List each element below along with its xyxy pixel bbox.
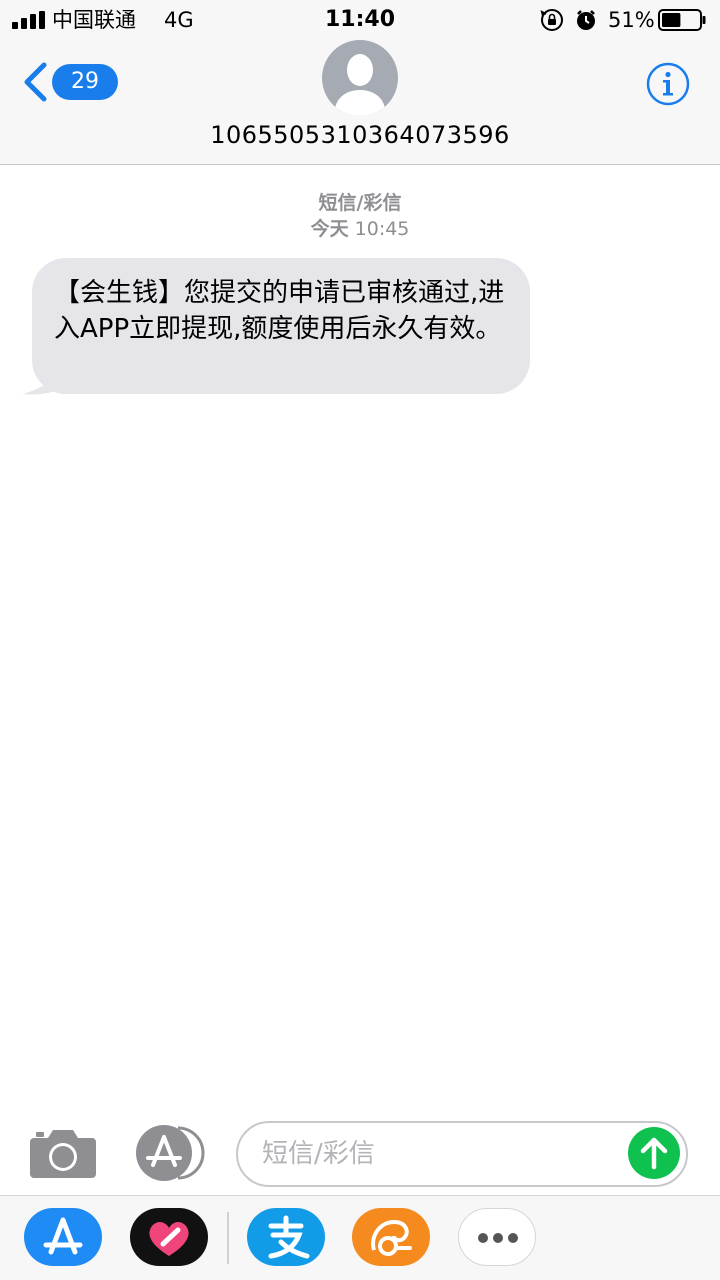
unread-count-badge: 29: [52, 64, 118, 100]
heart-app-icon[interactable]: [130, 1208, 208, 1266]
chevron-left-icon: [24, 62, 47, 102]
battery-icon: [658, 9, 706, 31]
message-input[interactable]: [236, 1121, 688, 1187]
info-icon[interactable]: [646, 62, 690, 106]
more-icon[interactable]: [458, 1208, 536, 1266]
conversation-header: 29 1065505310364073596: [0, 40, 720, 165]
rotation-lock-icon: [540, 9, 563, 31]
message-type-label: 短信/彩信: [318, 192, 402, 214]
contact-number[interactable]: 1065505310364073596: [0, 120, 720, 150]
timestamp-time: 10:45: [354, 218, 410, 240]
drawer-divider: [227, 1212, 229, 1264]
status-bar: 中国联通 4G 11:40 51%: [0, 0, 720, 40]
thread-meta: 短信/彩信 今天 10:45: [0, 190, 720, 242]
timestamp-day: 今天: [310, 218, 349, 240]
contact-avatar[interactable]: [322, 40, 398, 116]
incoming-message[interactable]: 【会生钱】您提交的申请已审核通过,进入APP立即提现,额度使用后永久有效。: [20, 258, 532, 398]
send-button[interactable]: [628, 1127, 680, 1179]
status-icons: [540, 9, 595, 31]
app-drawer: [0, 1196, 720, 1280]
battery-percent: 51%: [608, 8, 655, 32]
compose-bar: [0, 1112, 720, 1196]
camera-icon[interactable]: [30, 1128, 96, 1178]
person-silhouette-icon: [334, 54, 386, 116]
message-timestamp: 今天 10:45: [0, 216, 720, 242]
alarm-icon: [577, 10, 595, 30]
alipay-icon[interactable]: [247, 1208, 325, 1266]
back-button[interactable]: 29: [18, 58, 118, 108]
arrow-up-icon: [640, 1137, 668, 1170]
app-store-icon[interactable]: [24, 1208, 102, 1266]
message-bubble: 【会生钱】您提交的申请已审核通过,进入APP立即提现,额度使用后永久有效。: [32, 258, 530, 394]
uc-browser-icon[interactable]: [352, 1208, 430, 1266]
app-store-icon[interactable]: [134, 1125, 206, 1181]
